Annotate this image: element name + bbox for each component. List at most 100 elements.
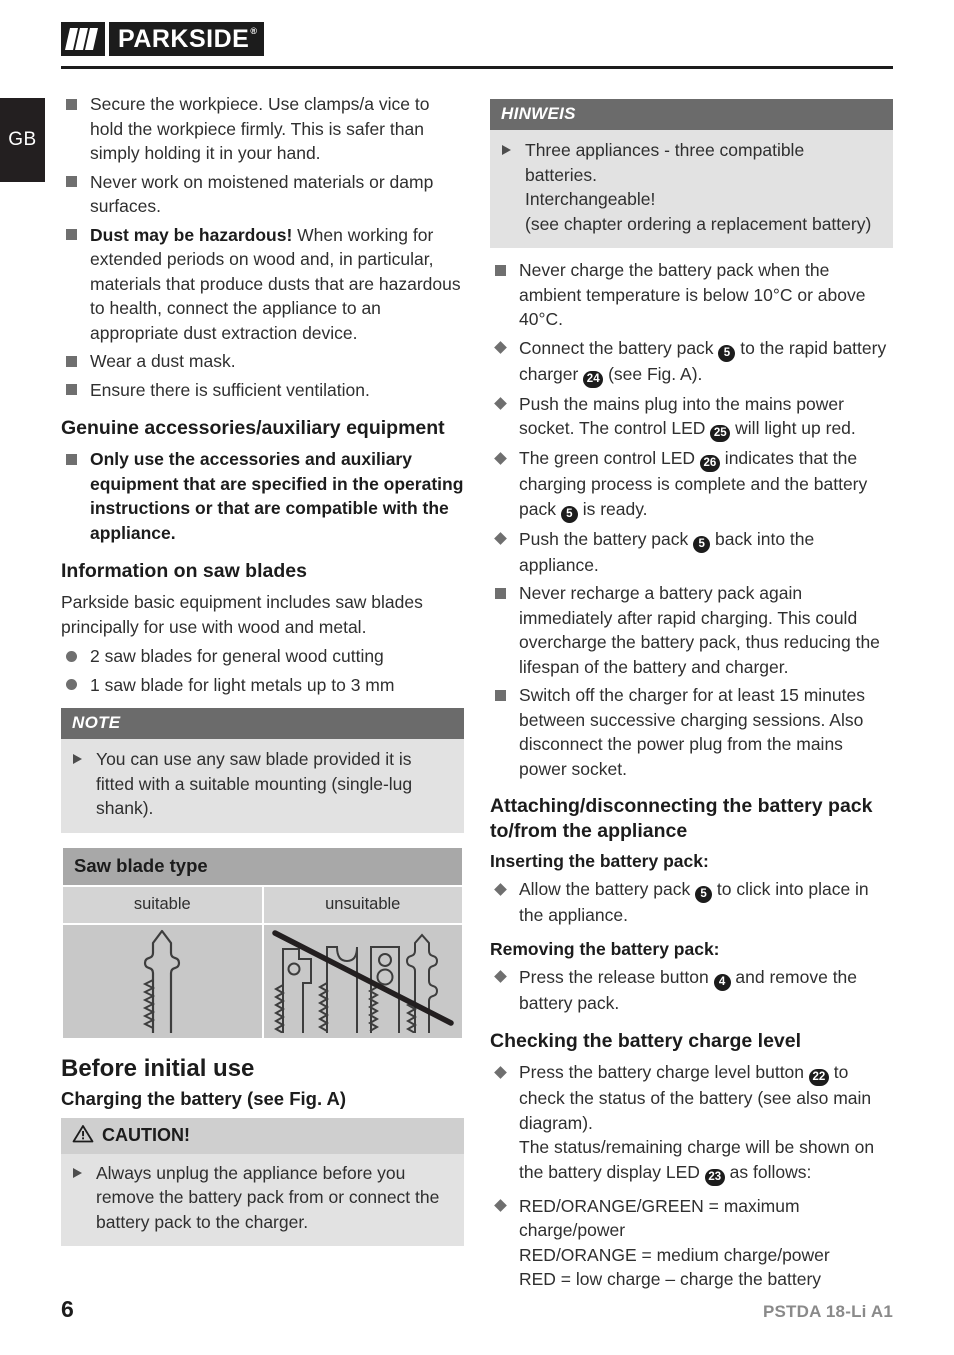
dot-bullet-icon: [66, 650, 77, 662]
suitable-saw-blade-diagram: [142, 929, 180, 1033]
reference-number-badge: 24: [583, 370, 604, 388]
warning-triangle-icon: [72, 1124, 94, 1148]
diamond-bullet-icon: [494, 882, 507, 896]
list-item: Connect the battery pack 5 to the rapid …: [490, 336, 893, 388]
diamond-bullet-icon: [494, 1199, 507, 1212]
list-item: 2 saw blades for general wood cutting: [61, 644, 464, 669]
hinweis-box-body: Three appliances - three compatible batt…: [490, 130, 893, 248]
list-item-text: Never charge the battery pack when the a…: [519, 260, 866, 329]
reference-number-badge: 4: [713, 973, 731, 991]
diamond-bullet-icon: [494, 970, 507, 983]
removing-bullet-list: Press the release button 4 and remove th…: [490, 965, 893, 1016]
caution-box-header: CAUTION!: [61, 1117, 464, 1154]
note-box-body: You can use any saw blade provided it is…: [61, 739, 464, 833]
list-item: Ensure there is sufficient ventilation.: [61, 378, 464, 403]
reference-number-badge: 5: [695, 886, 713, 903]
status-line-2: RED/ORANGE = medium charge/power: [519, 1244, 830, 1265]
list-item-text: Press the battery charge level button 22…: [519, 1062, 874, 1186]
note-box: NOTE You can use any saw blade provided …: [61, 708, 464, 833]
reference-number-badge: 25: [710, 425, 731, 442]
parkside-logo: PARKSIDE ®: [61, 22, 265, 56]
saw-blade-items-list: 2 saw blades for general wood cutting 1 …: [61, 644, 464, 697]
arrow-bullet-icon: [502, 145, 511, 155]
list-item-text: Allow the battery pack 5 to click into p…: [519, 879, 869, 925]
list-item-text: Switch off the charger for at least 15 m…: [519, 685, 865, 779]
heading-inserting-battery-pack: Inserting the battery pack:: [490, 851, 709, 871]
list-item: Never work on moistened materials or dam…: [61, 170, 464, 219]
language-tab-gb: GB: [0, 98, 45, 182]
reference-number-badge: 5: [718, 344, 736, 362]
charging-bullet-list: Never charge the battery pack when the a…: [490, 258, 893, 781]
document-page: PARKSIDE ® GB Secure the workpiece. Use c…: [0, 0, 954, 1355]
hinweis-line-2: Interchangeable!: [525, 189, 656, 209]
list-item: 1 saw blade for light metals up to 3 mm: [61, 673, 464, 698]
list-item-text: Push the battery pack 5 back into the ap…: [519, 528, 815, 575]
status-line-3: RED = low charge – charge the battery: [519, 1269, 822, 1289]
column-header-unsuitable: unsuitable: [261, 884, 464, 925]
checking-bullet-list: Press the battery charge level button 22…: [490, 1060, 893, 1292]
list-item: Never charge the battery pack when the a…: [490, 258, 893, 332]
language-tab-label: GB: [8, 129, 37, 150]
list-item: Never recharge a battery pack again imme…: [490, 581, 893, 679]
logo-wordmark: PARKSIDE ®: [109, 22, 265, 56]
list-item-text: Only use the accessories and auxiliary e…: [90, 449, 464, 543]
reference-number-badge: 22: [808, 1069, 829, 1086]
unsuitable-blade-cell: [261, 922, 464, 1040]
list-item-text: Always unplug the appliance before you r…: [96, 1162, 440, 1232]
saw-blades-intro-text: Parkside basic equipment includes saw bl…: [61, 592, 423, 637]
list-item: Press the release button 4 and remove th…: [490, 965, 893, 1016]
hinweis-line-3: (see chapter ordering a replacement batt…: [525, 213, 872, 234]
heading-checking-charge-level: Checking the battery charge level: [490, 1030, 802, 1052]
reference-number-badge: 5: [693, 535, 711, 553]
list-item-text: The green control LED 26 indicates that …: [519, 448, 867, 523]
right-column: HINWEIS Three appliances - three compati…: [490, 92, 893, 1296]
logo-registered-mark: ®: [250, 26, 258, 36]
list-item-text: 1 saw blade for light metals up to 3 mm: [90, 674, 395, 695]
caution-box-body: Always unplug the appliance before you r…: [61, 1153, 464, 1246]
table-row: Saw blade type: [61, 845, 464, 887]
heading-charging-the-battery: Charging the battery (see Fig. A): [61, 1087, 347, 1109]
table-row: suitable unsuitable: [61, 884, 464, 925]
hinweis-line-1: Three appliances - three compatible batt…: [525, 140, 805, 185]
note-box-list: You can use any saw blade provided it is…: [61, 747, 452, 821]
arrow-bullet-icon: [73, 754, 82, 764]
list-item-text: Never work on moistened materials or dam…: [90, 171, 434, 217]
inserting-bullet-list: Allow the battery pack 5 to click into p…: [490, 877, 893, 928]
logo-slashes-icon: [61, 22, 105, 56]
list-item: Secure the workpiece. Use clamps/a vice …: [61, 92, 464, 166]
diamond-bullet-icon: [494, 451, 507, 465]
list-item-lead: Dust may be hazardous!: [90, 224, 293, 245]
saw-blade-type-table: Saw blade type suitable unsuitable: [61, 845, 464, 1040]
square-bullet-icon: [66, 229, 77, 240]
table-row: [61, 922, 464, 1040]
suitable-blade-cell: [61, 922, 264, 1040]
note-box-title: NOTE: [61, 708, 464, 739]
reference-number-badge: 26: [699, 455, 720, 472]
heading-genuine-accessories: Genuine accessories/auxiliary equipment: [61, 417, 445, 439]
square-bullet-icon: [495, 264, 506, 276]
diamond-bullet-icon: [494, 397, 507, 410]
caution-box: CAUTION! Always unplug the appliance bef…: [61, 1117, 464, 1246]
list-item-text: You can use any saw blade provided it is…: [96, 749, 413, 818]
reference-number-badge: 23: [704, 1168, 725, 1186]
list-item: Push the battery pack 5 back into the ap…: [490, 527, 893, 578]
list-item: Wear a dust mask.: [61, 349, 464, 374]
diamond-bullet-icon: [494, 1065, 507, 1079]
heading-attaching-disconnecting: Attaching/disconnecting the battery pack…: [490, 795, 873, 842]
list-item: Three appliances - three compatible batt…: [490, 138, 881, 236]
hinweis-box-title: HINWEIS: [490, 99, 893, 130]
diamond-bullet-icon: [494, 532, 507, 545]
list-item-text: Wear a dust mask.: [90, 351, 236, 371]
list-item: Dust may be hazardous! When working for …: [61, 223, 464, 346]
list-item: Switch off the charger for at least 15 m…: [490, 683, 893, 781]
list-item-text: Secure the workpiece. Use clamps/a vice …: [90, 94, 430, 163]
table-title-cell: Saw blade type: [61, 845, 464, 887]
accessories-bullet-list: Only use the accessories and auxiliary e…: [61, 447, 464, 545]
unsuitable-saw-blade-diagram: [272, 929, 454, 1034]
list-item-text: Ensure there is sufficient ventilation.: [90, 379, 370, 400]
square-bullet-icon: [66, 453, 77, 465]
square-bullet-icon: [66, 384, 77, 395]
heading-before-initial-use: Before initial use: [61, 1054, 255, 1082]
caution-box-list: Always unplug the appliance before you r…: [61, 1161, 452, 1235]
list-item: You can use any saw blade provided it is…: [61, 747, 452, 821]
